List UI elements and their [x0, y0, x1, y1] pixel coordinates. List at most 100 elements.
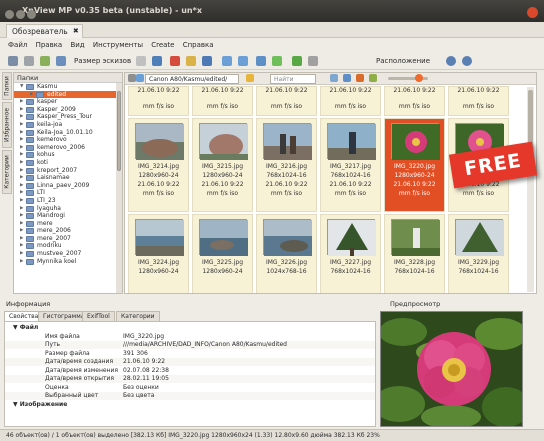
- rotate-right-icon[interactable]: [238, 56, 248, 66]
- thumbnail-info-cell[interactable]: 21.06.10 9:22 mm f/s iso: [320, 86, 381, 116]
- menu-view[interactable]: Вид: [70, 41, 84, 49]
- info-section-title[interactable]: ▼ Изображение: [5, 401, 375, 409]
- thumbnail-image[interactable]: [455, 219, 504, 256]
- thumbnail-image[interactable]: [391, 219, 440, 256]
- compare-icon[interactable]: [56, 56, 66, 66]
- thumbnail-image[interactable]: [391, 123, 440, 160]
- folder-item[interactable]: ▶ mustvee_2007: [14, 250, 122, 258]
- slideshow-icon[interactable]: [186, 56, 196, 66]
- menu-help[interactable]: Справка: [183, 41, 214, 49]
- thumbnail-cell[interactable]: IMG_3224.jpg 1280x960-24: [128, 214, 189, 293]
- tab-exiftool[interactable]: ExifTool: [82, 311, 115, 321]
- expand-arrow-icon[interactable]: ▶: [20, 189, 23, 197]
- expand-arrow-icon[interactable]: ▶: [20, 159, 23, 167]
- thumbnail-cell[interactable]: IMG_3227.jpg 768x1024-16: [320, 214, 381, 293]
- thumbnail-image[interactable]: [327, 123, 376, 160]
- expand-arrow-icon[interactable]: ▶: [20, 250, 23, 258]
- folder-item[interactable]: ▶ kemerovo_2006: [14, 144, 122, 152]
- side-tab-folders[interactable]: Папки: [2, 72, 12, 100]
- folder-item[interactable]: ▶ Linna_paev_2009: [14, 182, 122, 190]
- fullscreen-icon[interactable]: [202, 56, 212, 66]
- thumbnail-info-cell[interactable]: 21.06.10 9:22 mm f/s iso: [192, 86, 253, 116]
- folder-item[interactable]: ▶ mere: [14, 220, 122, 228]
- thumbnail-cell[interactable]: IMG_3216.jpg 768x1024-16 21.06.10 9:22 mm f…: [256, 118, 317, 212]
- layout-dropdown[interactable]: Расположение: [376, 56, 430, 66]
- expand-arrow-icon[interactable]: ▶: [20, 242, 23, 250]
- thumbnail-image[interactable]: [199, 123, 248, 160]
- expand-arrow-icon[interactable]: ▶: [20, 121, 23, 129]
- thumbnail-cell[interactable]: IMG_3225.jpg 1280x960-24: [192, 214, 253, 293]
- folder-item[interactable]: ▶ modriku: [14, 242, 122, 250]
- path-input[interactable]: Canon A80/Kasmu/edited/: [145, 74, 239, 84]
- thumbnail-cell[interactable]: IMG_3214.jpg 1280x960-24 21.06.10 9:22 mm f…: [128, 118, 189, 212]
- thumbnail-image[interactable]: [135, 219, 184, 256]
- tab-browser[interactable]: Обозреватель ✖: [6, 24, 83, 38]
- nav-next-icon[interactable]: [343, 74, 351, 82]
- expand-arrow-icon[interactable]: ▶: [20, 167, 23, 175]
- folder-item[interactable]: ▶ koti: [14, 159, 122, 167]
- thumbnail-info-cell[interactable]: 21.06.10 9:22 mm f/s iso: [384, 86, 445, 116]
- expand-arrow-icon[interactable]: ▶: [20, 113, 23, 121]
- thumbnail-cell[interactable]: IMG_3229.jpg 768x1024-16: [448, 214, 509, 293]
- zoom-slider-handle[interactable]: [415, 74, 423, 82]
- thumbnail-cell[interactable]: IMG_3220.jpg 1280x960-24 21.06.10 9:22 mm f…: [384, 118, 445, 212]
- expand-arrow-icon[interactable]: ▶: [20, 136, 23, 144]
- filter-icon[interactable]: [40, 56, 50, 66]
- globe-icon[interactable]: [446, 56, 456, 66]
- thumbnail-cell[interactable]: IMG_3215.jpg 1280x960-24 21.06.10 9:22 mm f…: [192, 118, 253, 212]
- expand-arrow-icon[interactable]: ▶: [20, 182, 23, 190]
- side-tab-favorites[interactable]: Избранное: [2, 102, 12, 148]
- expand-arrow-icon[interactable]: ▶: [20, 212, 23, 220]
- side-tab-categories[interactable]: Категории: [2, 150, 12, 194]
- rotate-left-icon[interactable]: [222, 56, 232, 66]
- folder-scrollbar[interactable]: [116, 83, 122, 293]
- thumbnail-cell[interactable]: IMG_3228.jpg 768x1024-16: [384, 214, 445, 293]
- browser-scrollbar[interactable]: [527, 87, 534, 292]
- folder-item[interactable]: ▶ edited: [14, 90, 122, 99]
- grid-view-icon[interactable]: [24, 56, 34, 66]
- thumb-size-dropdown[interactable]: Размер эскизов: [74, 56, 131, 66]
- expand-arrow-icon[interactable]: ▶: [30, 91, 33, 99]
- search-input[interactable]: Найти: [270, 74, 316, 84]
- folder-item[interactable]: ▼ Kasmu: [14, 83, 122, 91]
- expand-arrow-icon[interactable]: ▶: [20, 106, 23, 114]
- collapse-icon[interactable]: ▼: [13, 401, 20, 408]
- back-icon[interactable]: [256, 56, 266, 66]
- folder-item[interactable]: ▶ mere_2006: [14, 227, 122, 235]
- expand-arrow-icon[interactable]: ▶: [20, 174, 23, 182]
- folder-item[interactable]: ▶ kasper: [14, 98, 122, 106]
- expand-arrow-icon[interactable]: ▶: [20, 235, 23, 243]
- folder-item[interactable]: ▶ kreport_2007: [14, 167, 122, 175]
- thumbnail-cell[interactable]: IMG_3226.jpg 1024x768-16: [256, 214, 317, 293]
- browse-icon[interactable]: [8, 56, 18, 66]
- expand-arrow-icon[interactable]: ▶: [20, 144, 23, 152]
- expand-arrow-icon[interactable]: ▼: [20, 83, 23, 91]
- folder-item[interactable]: ▶ LTI_23: [14, 197, 122, 205]
- folder-item[interactable]: ▶ Keila-Joa_10.01.10: [14, 129, 122, 137]
- forward-icon[interactable]: [272, 56, 282, 66]
- rating-icon[interactable]: [369, 74, 377, 82]
- expand-arrow-icon[interactable]: ▶: [20, 220, 23, 228]
- help-icon[interactable]: [462, 56, 472, 66]
- folder-item[interactable]: ▶ kemerovo: [14, 136, 122, 144]
- filter-tool-icon[interactable]: [330, 74, 338, 82]
- expand-arrow-icon[interactable]: ▶: [20, 258, 23, 266]
- expand-arrow-icon[interactable]: ▶: [20, 129, 23, 137]
- folder-item[interactable]: ▶ mere_2007: [14, 235, 122, 243]
- folder-item[interactable]: ▶ lyaguha: [14, 205, 122, 213]
- expand-arrow-icon[interactable]: ▶: [20, 151, 23, 159]
- folder-item[interactable]: ▶ kohus: [14, 151, 122, 159]
- delete-icon[interactable]: [170, 56, 180, 66]
- menu-edit[interactable]: Правка: [36, 41, 63, 49]
- expand-arrow-icon[interactable]: ▶: [20, 227, 23, 235]
- folder-item[interactable]: ▶ keila-joa: [14, 121, 122, 129]
- thumbnail-image[interactable]: [263, 219, 312, 256]
- folder-up-icon[interactable]: [136, 74, 144, 82]
- info-section-title[interactable]: ▼ Файл: [5, 324, 375, 332]
- thumbnail-info-cell[interactable]: 21.06.10 9:22 mm f/s iso: [128, 86, 189, 116]
- menu-create[interactable]: Create: [151, 41, 174, 49]
- favorite-star-icon[interactable]: [246, 74, 254, 82]
- sort-icon[interactable]: [152, 56, 162, 66]
- folder-item[interactable]: ▶ Mynnika koel: [14, 258, 122, 266]
- expand-arrow-icon[interactable]: ▶: [20, 197, 23, 205]
